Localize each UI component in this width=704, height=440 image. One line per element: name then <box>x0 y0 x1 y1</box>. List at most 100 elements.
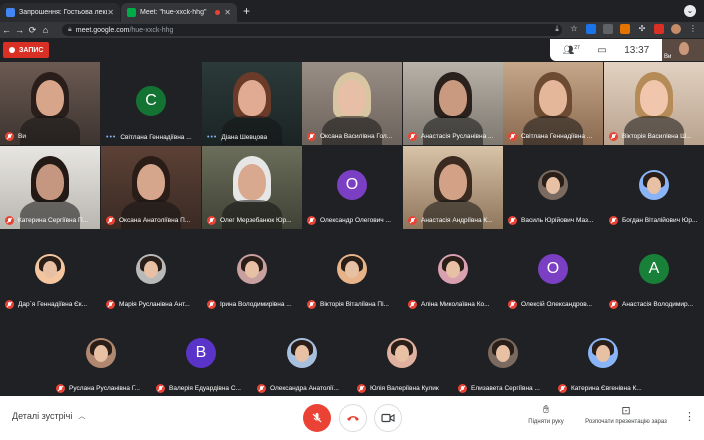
participant-tile[interactable]: Світлана Геннадіївна ... <box>503 62 603 145</box>
participant-tile[interactable]: Богдан Віталійович Юр... <box>604 146 704 229</box>
extensions-puzzle-icon[interactable]: ✣ <box>637 24 647 34</box>
extension-icon[interactable] <box>620 24 630 34</box>
new-tab-plus-icon[interactable]: + <box>243 4 250 18</box>
mic-muted-icon <box>56 384 65 393</box>
participant-name: Світлана Геннадіївна ... <box>120 134 192 141</box>
participant-name: Анастасія Русланівна ... <box>421 133 494 140</box>
participant-tile[interactable]: Елизавета Сергіївна ... <box>453 314 553 397</box>
close-tab-icon[interactable]: ✕ <box>224 8 231 17</box>
mic-muted-icon <box>257 384 266 393</box>
participant-avatar <box>337 253 367 284</box>
participants-button[interactable]: 👥︎27 <box>563 45 580 56</box>
participant-label: Вікторія Василівна Ш... <box>609 132 701 141</box>
participant-tile[interactable]: Катерина Сергіївна П... <box>0 146 100 229</box>
participant-tile[interactable]: В Валерія Едуардівна С... <box>151 314 251 397</box>
participant-avatar: В <box>186 337 216 368</box>
mic-muted-icon <box>408 300 417 309</box>
participant-label: Юлія Валеріївна Кулик <box>357 384 449 393</box>
participant-name: Катерина Євгенівна К... <box>571 385 642 392</box>
participant-tile[interactable]: А Анастасія Володимир... <box>604 230 704 313</box>
participant-tile[interactable]: Катерина Євгенівна К... <box>553 314 653 397</box>
extension-icon[interactable] <box>586 24 596 34</box>
participant-tile[interactable]: Василь Юрійович Маз... <box>503 146 603 229</box>
participant-label: Катерина Євгенівна К... <box>558 384 650 393</box>
mic-muted-icon <box>458 384 467 393</box>
camera-icon <box>381 413 395 423</box>
participant-tile[interactable]: О Олексій Олександров... <box>503 230 603 313</box>
mic-muted-icon <box>5 216 14 225</box>
mic-toggle-button[interactable] <box>303 404 331 432</box>
participant-label: Світлана Геннадіївна ... <box>508 132 600 141</box>
participant-tile[interactable]: Оксана Василівна Гол... <box>302 62 402 145</box>
participant-tile[interactable]: Анастасія Русланівна ... <box>403 62 503 145</box>
participant-name: Катерина Сергіївна П... <box>18 217 89 224</box>
mic-muted-icon <box>508 216 517 225</box>
mic-muted-icon <box>207 300 216 309</box>
profile-avatar[interactable] <box>671 24 681 34</box>
participant-tile[interactable]: Марія Русланівна Ант... <box>101 230 201 313</box>
forward-arrow-icon[interactable]: → <box>13 25 26 35</box>
mic-muted-icon <box>357 384 366 393</box>
participant-label: Катерина Сергіївна П... <box>5 216 97 225</box>
chat-icon[interactable]: ▭ <box>597 45 606 56</box>
raise-hand-button[interactable]: ✋︎ Підняти руку <box>522 404 570 425</box>
url-path: /hue-xxck-hhg <box>129 26 174 34</box>
participant-tile[interactable]: Ірина Володимирівна ... <box>202 230 302 313</box>
participant-tile[interactable]: Олег Мерзебанюк Юр... <box>202 146 302 229</box>
mic-muted-icon <box>307 300 316 309</box>
recording-label: ЗАПИС <box>19 46 44 54</box>
meeting-info-panel: 👥︎27 ▭ 13:37 <box>550 39 662 61</box>
participant-tile[interactable]: С ••• Світлана Геннадіївна ... <box>101 62 201 145</box>
bookmark-star-icon[interactable]: ☆ <box>569 24 579 34</box>
participant-tile[interactable]: Юлія Валеріївна Кулик <box>352 314 452 397</box>
browser-tab-meet[interactable]: Meet: "hue-xxck-hhg" ✕ <box>121 3 237 22</box>
mic-muted-icon <box>609 132 618 141</box>
participant-tile[interactable]: Анастасія Андріївна К... <box>403 146 503 229</box>
browser-menu-icon[interactable]: ⋮ <box>688 24 698 34</box>
meeting-details-toggle[interactable]: Деталі зустрічі ︿ <box>12 411 85 421</box>
participant-label: Олександра Анатолії... <box>257 384 349 393</box>
present-now-button[interactable]: ⊡ Розпочати презентацію зараз <box>578 404 674 425</box>
reload-icon[interactable]: ⟳ <box>26 25 39 36</box>
participant-tile[interactable]: Вікторія Віталіївна Пі... <box>302 230 402 313</box>
self-view-thumbnail[interactable]: Ви <box>662 39 704 61</box>
participant-tile[interactable]: Аліна Миколаївна Ко... <box>403 230 503 313</box>
camera-toggle-button[interactable] <box>374 404 402 432</box>
leave-call-button[interactable] <box>339 404 367 432</box>
mic-muted-icon <box>106 300 115 309</box>
extension-icon[interactable] <box>654 24 664 34</box>
participant-tile[interactable]: Руслана Русланівна Г... <box>51 314 151 397</box>
participants-count: 27 <box>574 44 580 51</box>
speaking-indicator-icon: ••• <box>106 134 117 141</box>
window-menu-icon[interactable]: ⌄ <box>684 5 696 17</box>
home-icon[interactable]: ⌂ <box>39 25 52 35</box>
participant-name: Елизавета Сергіївна ... <box>471 385 540 392</box>
participant-name: Вікторія Віталіївна Пі... <box>320 301 389 308</box>
lock-icon: 🔒︎ <box>68 26 72 33</box>
participant-label: Ви <box>5 132 97 141</box>
address-bar[interactable]: 🔒︎ meet.google.com /hue-xxck-hhg <box>62 24 562 36</box>
close-tab-icon[interactable]: ✕ <box>107 8 114 17</box>
participant-avatar <box>237 253 267 284</box>
hang-up-icon <box>347 416 359 421</box>
extension-icon[interactable] <box>603 24 613 34</box>
participant-avatar: О <box>337 169 367 200</box>
meeting-details-label: Деталі зустрічі <box>12 411 73 421</box>
participant-label: Анастасія Русланівна ... <box>408 132 500 141</box>
participant-tile[interactable]: О Олександр Олегович ... <box>302 146 402 229</box>
participant-tile[interactable]: Дар`я Геннадіївна Єк... <box>0 230 100 313</box>
download-icon[interactable]: ⤓ <box>552 24 562 34</box>
participant-tile[interactable]: Вікторія Василівна Ш... <box>604 62 704 145</box>
participant-label: Олег Мерзебанюк Юр... <box>207 216 299 225</box>
participant-label: ••• Світлана Геннадіївна ... <box>106 134 198 141</box>
participant-tile[interactable]: Олександра Анатолії... <box>252 314 352 397</box>
more-options-icon[interactable]: ⋮ <box>684 410 695 423</box>
participant-tile[interactable]: Оксана Анатоліївна П... <box>101 146 201 229</box>
participant-name: Олег Мерзебанюк Юр... <box>220 217 292 224</box>
participant-tile[interactable]: ••• Діана Шевцова <box>202 62 302 145</box>
back-arrow-icon[interactable]: ← <box>0 25 13 35</box>
participant-label: Олексій Олександров... <box>508 300 600 309</box>
participant-tile[interactable]: Ви <box>0 62 100 145</box>
browser-tab-invitation[interactable]: Запрошення: Гостьова лекція ✕ <box>0 3 120 22</box>
mic-muted-icon <box>609 300 618 309</box>
